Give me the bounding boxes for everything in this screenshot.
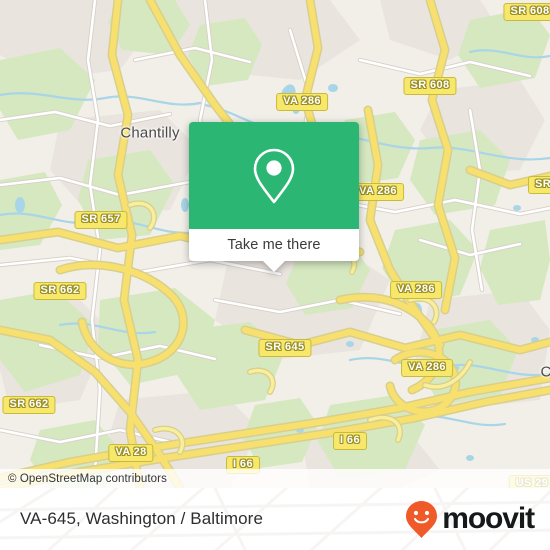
road-shield[interactable]: VA 286: [352, 183, 404, 201]
popup-pointer-tail: [263, 261, 285, 272]
attribution-text[interactable]: © OpenStreetMap contributors: [0, 473, 167, 485]
road-shield[interactable]: SR 657: [74, 211, 128, 229]
moovit-brand[interactable]: moovit: [404, 499, 550, 539]
page-title: VA-645, Washington / Baltimore: [20, 509, 264, 528]
road-shield[interactable]: SR 662: [2, 396, 56, 414]
road-shield[interactable]: SR 662: [33, 282, 87, 300]
map-pin-icon: [253, 148, 295, 203]
road-shield[interactable]: SR 608: [403, 77, 457, 95]
road-shield[interactable]: VA 286: [276, 93, 328, 111]
road-shield[interactable]: VA 286: [390, 281, 442, 299]
road-shield[interactable]: I 66: [333, 432, 367, 450]
moovit-pin-smiley-icon: [406, 501, 438, 538]
take-me-there-label: Take me there: [227, 237, 321, 253]
popup-header: [189, 122, 359, 229]
road-shield[interactable]: SR 608: [503, 3, 550, 21]
road-shield[interactable]: SR 645: [258, 339, 312, 357]
road-shield[interactable]: VA 28: [108, 444, 154, 462]
place-label-chantilly: Chantilly: [120, 124, 180, 142]
place-label-partial: C: [540, 363, 550, 381]
map-attribution-bar: © OpenStreetMap contributors: [0, 469, 550, 488]
road-shield[interactable]: VA 286: [401, 359, 453, 377]
location-popup-card[interactable]: Take me there: [189, 122, 359, 272]
road-shield[interactable]: SR 6: [527, 176, 550, 194]
map-canvas[interactable]: Chantilly C SR 608 SR 608 VA 286 SR 657 …: [0, 0, 550, 488]
map-screen: Chantilly C SR 608 SR 608 VA 286 SR 657 …: [0, 0, 550, 550]
footer-bar: VA-645, Washington / Baltimore moovit: [0, 488, 550, 550]
take-me-there-button[interactable]: Take me there: [189, 229, 359, 261]
moovit-wordmark: moovit: [442, 502, 535, 535]
